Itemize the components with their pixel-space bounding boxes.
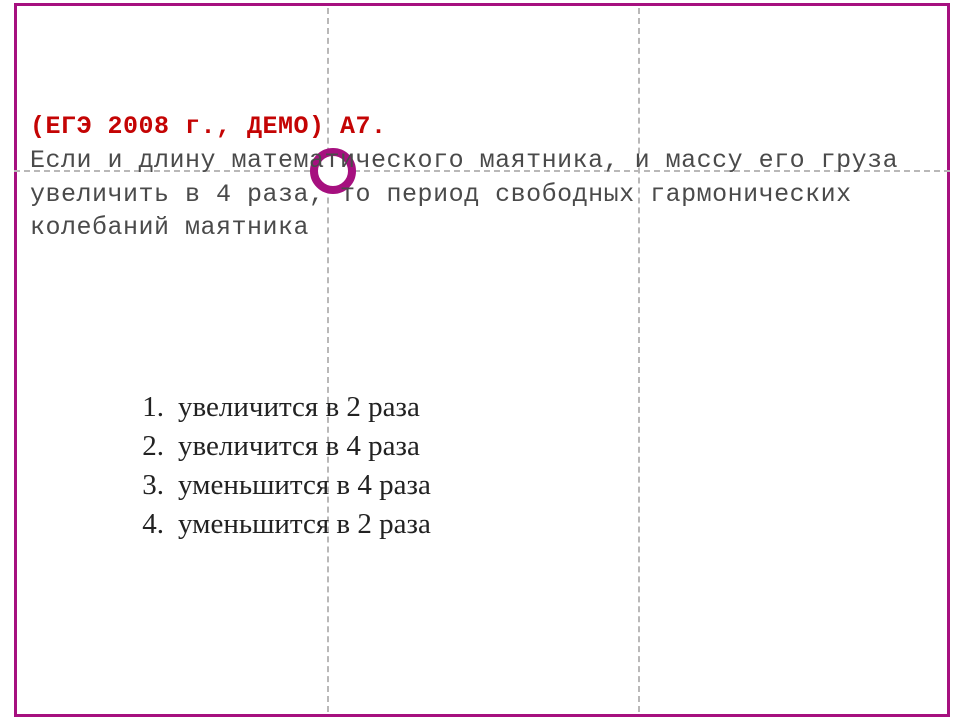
answer-list: 1. увеличится в 2 раза 2. увеличится в 4…	[118, 388, 431, 545]
answer-item: 1. увеличится в 2 раза	[118, 388, 431, 427]
answer-text: увеличится в 2 раза	[178, 388, 420, 427]
question-source: (ЕГЭ 2008 г., ДЕМО) А7.	[30, 112, 387, 141]
answer-text: уменьшится в 2 раза	[178, 505, 431, 544]
answer-item: 2. увеличится в 4 раза	[118, 427, 431, 466]
answer-number: 3.	[118, 466, 178, 505]
question-heading: (ЕГЭ 2008 г., ДЕМО) А7. Если и длину мат…	[30, 110, 936, 245]
answer-number: 4.	[118, 505, 178, 544]
answer-text: уменьшится в 4 раза	[178, 466, 431, 505]
answer-item: 3. уменьшится в 4 раза	[118, 466, 431, 505]
question-text: Если и длину математического маятника, и…	[30, 146, 898, 243]
slide: (ЕГЭ 2008 г., ДЕМО) А7. Если и длину мат…	[0, 0, 960, 720]
answer-text: увеличится в 4 раза	[178, 427, 420, 466]
answer-item: 4. уменьшится в 2 раза	[118, 505, 431, 544]
answer-number: 1.	[118, 388, 178, 427]
answer-number: 2.	[118, 427, 178, 466]
